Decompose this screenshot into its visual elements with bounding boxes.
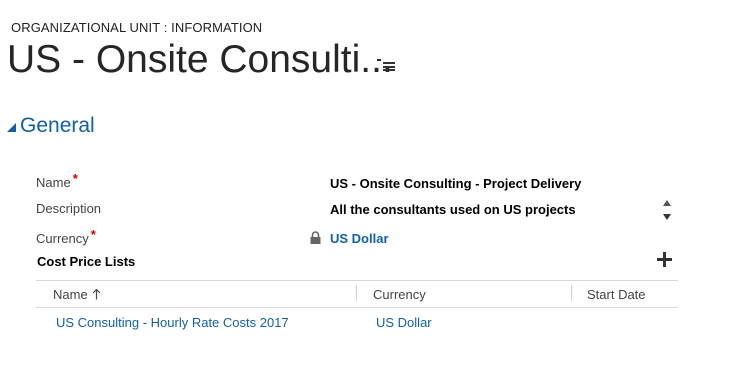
description-field[interactable]: All the consultants used on US projects (330, 202, 576, 217)
column-header-currency[interactable]: Currency (373, 287, 426, 302)
name-label: Name * (36, 171, 78, 190)
column-header-name[interactable]: Name (53, 287, 101, 302)
currency-label-text: Currency (36, 231, 89, 246)
grid-header: Name Currency Start Date (36, 280, 678, 308)
currency-lookup-link[interactable]: US Dollar (330, 231, 389, 246)
entity-label: ORGANIZATIONAL UNIT : INFORMATION (11, 20, 263, 35)
caret-down-icon[interactable] (661, 212, 673, 222)
description-label: Description (36, 201, 102, 216)
lock-icon (310, 231, 321, 244)
required-mark: * (72, 171, 78, 186)
subgrid-title: Cost Price Lists (37, 254, 136, 269)
row-name-link[interactable]: US Consulting - Hourly Rate Costs 2017 (56, 315, 289, 330)
record-title: US - Onsite Consulti... (7, 38, 393, 81)
column-divider[interactable] (356, 285, 357, 301)
column-header-start-date[interactable]: Start Date (587, 287, 646, 302)
name-label-text: Name (36, 175, 71, 190)
column-header-label: Name (53, 287, 88, 302)
section-general-header[interactable]: General (7, 114, 95, 138)
required-mark: * (90, 227, 96, 242)
column-divider[interactable] (571, 285, 572, 301)
row-currency-link[interactable]: US Dollar (376, 315, 432, 330)
arrow-up-icon (92, 288, 101, 300)
name-field[interactable]: US - Onsite Consulting - Project Deliver… (330, 176, 581, 191)
form-page: ORGANIZATIONAL UNIT : INFORMATION US - O… (0, 0, 742, 365)
hamburger-menu-icon[interactable] (377, 57, 395, 71)
caret-up-icon[interactable] (661, 198, 673, 208)
currency-label: Currency * (36, 227, 96, 246)
section-title: General (20, 114, 95, 137)
plus-icon[interactable] (657, 252, 672, 267)
description-scroll[interactable] (661, 198, 673, 224)
collapse-triangle-icon (7, 122, 16, 132)
